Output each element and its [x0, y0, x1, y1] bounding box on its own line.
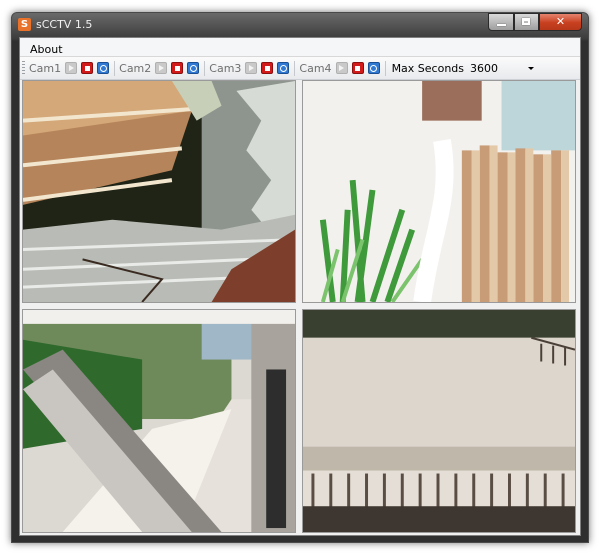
cam3-feed[interactable]	[22, 309, 296, 533]
close-icon: ✕	[555, 15, 566, 28]
cam4-stop-button[interactable]	[351, 62, 364, 74]
play-icon	[339, 65, 345, 71]
caption-buttons: ✕	[488, 13, 582, 31]
cam2-snapshot-button[interactable]	[187, 62, 200, 74]
cam3-snapshot-button[interactable]	[277, 62, 290, 74]
cam4-label: Cam4	[299, 61, 332, 75]
play-icon	[158, 65, 164, 71]
maximize-button[interactable]	[514, 13, 539, 31]
max-seconds-value: 3600	[470, 61, 499, 75]
app-logo-icon[interactable]: S	[18, 18, 31, 31]
max-seconds-dropdown[interactable]: 3600	[469, 61, 535, 75]
cam2-stop-button[interactable]	[171, 62, 184, 74]
play-icon	[68, 65, 74, 71]
play-icon	[248, 65, 254, 71]
minimize-icon	[497, 24, 506, 26]
cam1-snapshot-button[interactable]	[97, 62, 110, 74]
minimize-button[interactable]	[488, 13, 514, 31]
camera-icon	[370, 64, 378, 72]
cam1-stop-button[interactable]	[81, 62, 94, 74]
menu-bar: About	[20, 38, 580, 57]
cam1-play-button[interactable]	[65, 62, 78, 74]
cam3-label: Cam3	[209, 61, 242, 75]
chevron-down-icon	[528, 66, 535, 70]
camera-toolbar: Cam1 Cam2 Cam3 Cam4 Max Seconds 3600	[20, 57, 580, 80]
toolbar-separator	[384, 60, 386, 76]
cam4-play-button[interactable]	[335, 62, 348, 74]
cam2-feed[interactable]	[302, 80, 576, 303]
menu-about[interactable]: About	[30, 41, 63, 59]
maximize-icon	[522, 18, 530, 25]
client-area: About Cam1 Cam2 Cam3 Cam4 Max Seconds 36…	[19, 37, 581, 536]
cam1-label: Cam1	[29, 61, 62, 75]
toolbar-separator	[114, 60, 116, 76]
toolbar-grip[interactable]	[22, 61, 25, 75]
cam2-label: Cam2	[119, 61, 152, 75]
cam1-image	[23, 81, 295, 302]
window-title: sCCTV 1.5	[36, 18, 93, 31]
toolbar-separator	[294, 60, 296, 76]
max-seconds-label: Max Seconds	[391, 61, 465, 75]
toolbar-separator	[204, 60, 206, 76]
app-window: S sCCTV 1.5 ✕ About Cam1 Cam2 Cam3 Cam4 …	[11, 12, 589, 543]
close-button[interactable]: ✕	[539, 13, 582, 31]
stop-icon	[355, 65, 361, 71]
cam2-play-button[interactable]	[155, 62, 168, 74]
cam3-image	[23, 310, 295, 532]
camera-icon	[279, 64, 287, 72]
cam1-feed[interactable]	[22, 80, 296, 303]
camera-icon	[189, 64, 197, 72]
stop-icon	[174, 65, 180, 71]
stop-icon	[84, 65, 90, 71]
cam4-snapshot-button[interactable]	[367, 62, 380, 74]
title-bar[interactable]: S sCCTV 1.5 ✕	[12, 13, 588, 37]
camera-icon	[99, 64, 107, 72]
cam4-image	[303, 310, 575, 532]
camera-grid	[21, 80, 579, 535]
stop-icon	[264, 65, 270, 71]
cam3-stop-button[interactable]	[261, 62, 274, 74]
cam4-feed[interactable]	[302, 309, 576, 533]
cam3-play-button[interactable]	[245, 62, 258, 74]
cam2-image	[303, 81, 575, 302]
